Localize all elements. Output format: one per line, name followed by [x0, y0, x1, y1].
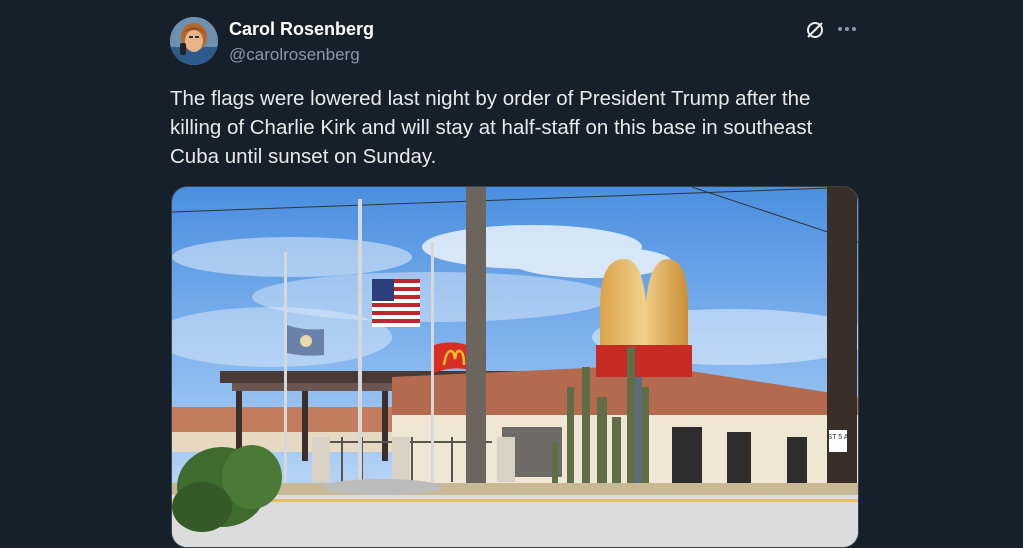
tweet-photo[interactable]: ST 5 A: [171, 186, 859, 548]
author-name[interactable]: Carol Rosenberg: [229, 19, 374, 40]
street-sign-text: ST 5 A: [828, 434, 849, 441]
avatar-image: [170, 17, 218, 65]
tweet-text: The flags were lowered last night by ord…: [170, 87, 813, 168]
tweet: Carol Rosenberg @carolrosenberg The flag…: [0, 0, 1023, 548]
avatar[interactable]: [170, 17, 218, 65]
pavement: [172, 495, 858, 547]
navy-flag: [287, 325, 324, 356]
more-icon[interactable]: [836, 19, 858, 39]
grok-icon[interactable]: [805, 20, 825, 40]
author-handle[interactable]: @carolrosenberg: [229, 45, 360, 65]
us-flag: [372, 279, 420, 327]
